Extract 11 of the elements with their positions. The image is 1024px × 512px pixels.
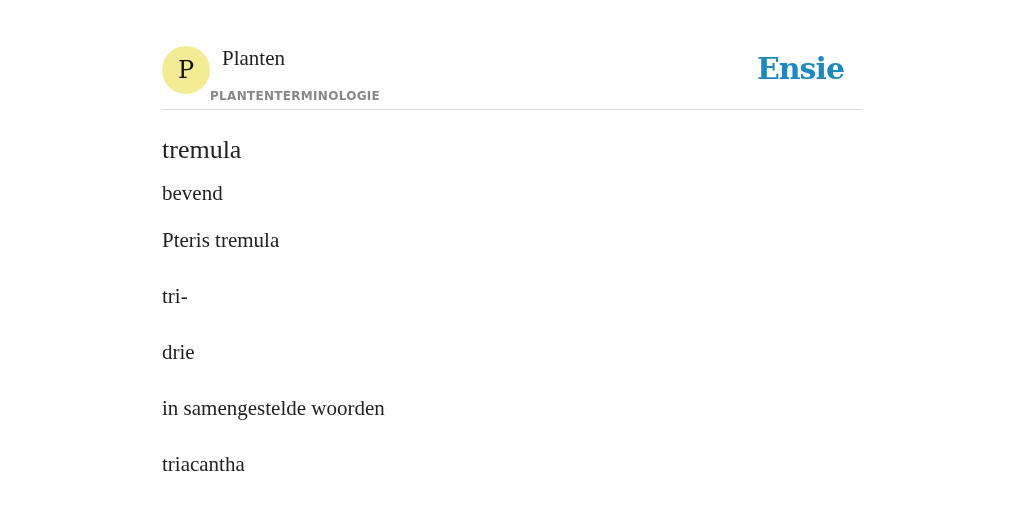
category-subtitle: PLANTENTERMINOLOGIE	[210, 89, 381, 103]
avatar[interactable]: P	[162, 46, 210, 94]
brand-logo[interactable]: Ensie	[756, 51, 844, 86]
category-link[interactable]: Planten	[222, 46, 381, 71]
entry-text: in samengestelde woorden	[162, 396, 386, 420]
entry-text: Pteris tremula	[162, 228, 281, 252]
entry-text: bevend	[162, 181, 224, 205]
entry-text: drie	[162, 340, 196, 364]
entry-text: triacantha	[162, 452, 246, 476]
entry-text: tri-	[162, 284, 189, 308]
entry-title: tremula	[162, 134, 243, 166]
